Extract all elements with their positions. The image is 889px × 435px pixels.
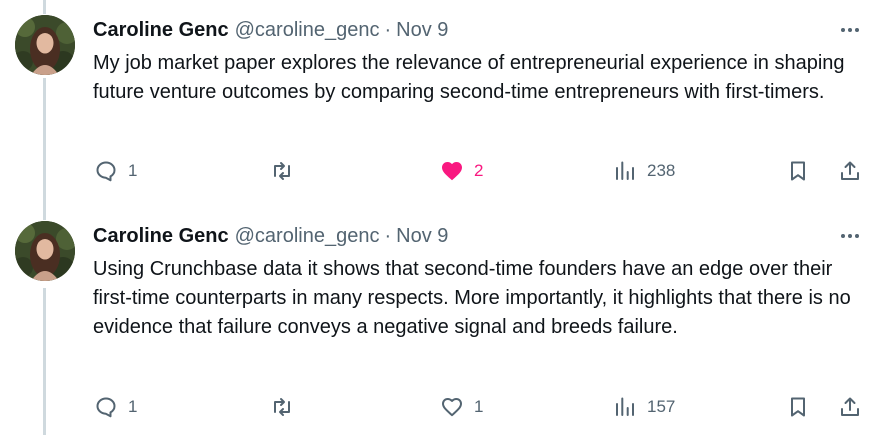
thread-line [43, 0, 46, 14]
bookmark-button[interactable] [786, 392, 810, 422]
speech-bubble-icon [96, 397, 116, 418]
thread-line [43, 78, 46, 210]
separator-dot: · [384, 224, 392, 247]
avatar[interactable] [15, 15, 75, 75]
more-dot [855, 28, 859, 32]
tweet-date[interactable]: Nov 9 [396, 225, 448, 248]
thread-line [43, 210, 46, 220]
tweet[interactable]: Caroline Genc @caroline_genc · Nov 9 Usi… [0, 210, 889, 435]
bookmark-button[interactable] [786, 156, 810, 186]
author-name[interactable]: Caroline Genc [93, 19, 229, 42]
tweet-text: Using Crunchbase data it shows that seco… [93, 258, 851, 338]
views-button[interactable]: 238 [613, 156, 675, 186]
view-count: 157 [647, 397, 676, 416]
retweet-arrows-icon [274, 398, 290, 416]
tweet-date[interactable]: Nov 9 [396, 19, 448, 42]
avatar[interactable] [15, 221, 75, 281]
views-button[interactable]: 157 [613, 392, 675, 422]
more-dot [848, 234, 852, 238]
tweet-text: My job market paper explores the relevan… [93, 52, 845, 103]
like-button[interactable]: 2 [440, 156, 483, 186]
bar-chart-icon [616, 397, 634, 416]
bookmark-icon [791, 161, 805, 181]
more-horizontal-icon [841, 28, 845, 32]
more-dot [848, 28, 852, 32]
share-button[interactable] [838, 156, 862, 186]
retweet-button[interactable] [270, 392, 304, 422]
author-handle[interactable]: @caroline_genc [235, 19, 380, 42]
reply-count: 1 [128, 161, 138, 180]
author-name[interactable]: Caroline Genc [93, 225, 229, 248]
tweet-header: Caroline Genc @caroline_genc · Nov 9 [93, 16, 448, 44]
speech-bubble-icon [96, 161, 116, 182]
tweet[interactable]: Caroline Genc @caroline_genc · Nov 9 My … [0, 0, 889, 210]
reply-button[interactable]: 1 [94, 392, 137, 422]
heart-icon [442, 398, 462, 417]
heart-icon [442, 162, 462, 181]
retweet-button[interactable] [270, 156, 304, 186]
like-button[interactable]: 1 [440, 392, 483, 422]
bar-chart-icon [616, 161, 634, 180]
separator-dot: · [384, 18, 392, 41]
view-count: 238 [647, 161, 676, 180]
reply-button[interactable]: 1 [94, 156, 137, 186]
avatar-photo [15, 15, 75, 75]
tweet-actions: 1 1 157 [0, 392, 889, 422]
tweet-actions: 1 2 238 [0, 156, 889, 186]
more-dot [855, 234, 859, 238]
more-options-button[interactable] [836, 20, 864, 40]
more-options-button[interactable] [836, 226, 864, 246]
retweet-arrows-icon [274, 162, 290, 180]
like-count: 2 [474, 161, 484, 180]
more-horizontal-icon [841, 234, 845, 238]
share-button[interactable] [838, 392, 862, 422]
reply-count: 1 [128, 397, 138, 416]
share-upload-icon [841, 397, 859, 416]
share-upload-icon [841, 161, 859, 180]
avatar-photo [15, 221, 75, 281]
tweet-header: Caroline Genc @caroline_genc · Nov 9 [93, 222, 448, 250]
bookmark-icon [791, 397, 805, 417]
like-count: 1 [474, 397, 484, 416]
author-handle[interactable]: @caroline_genc [235, 225, 380, 248]
